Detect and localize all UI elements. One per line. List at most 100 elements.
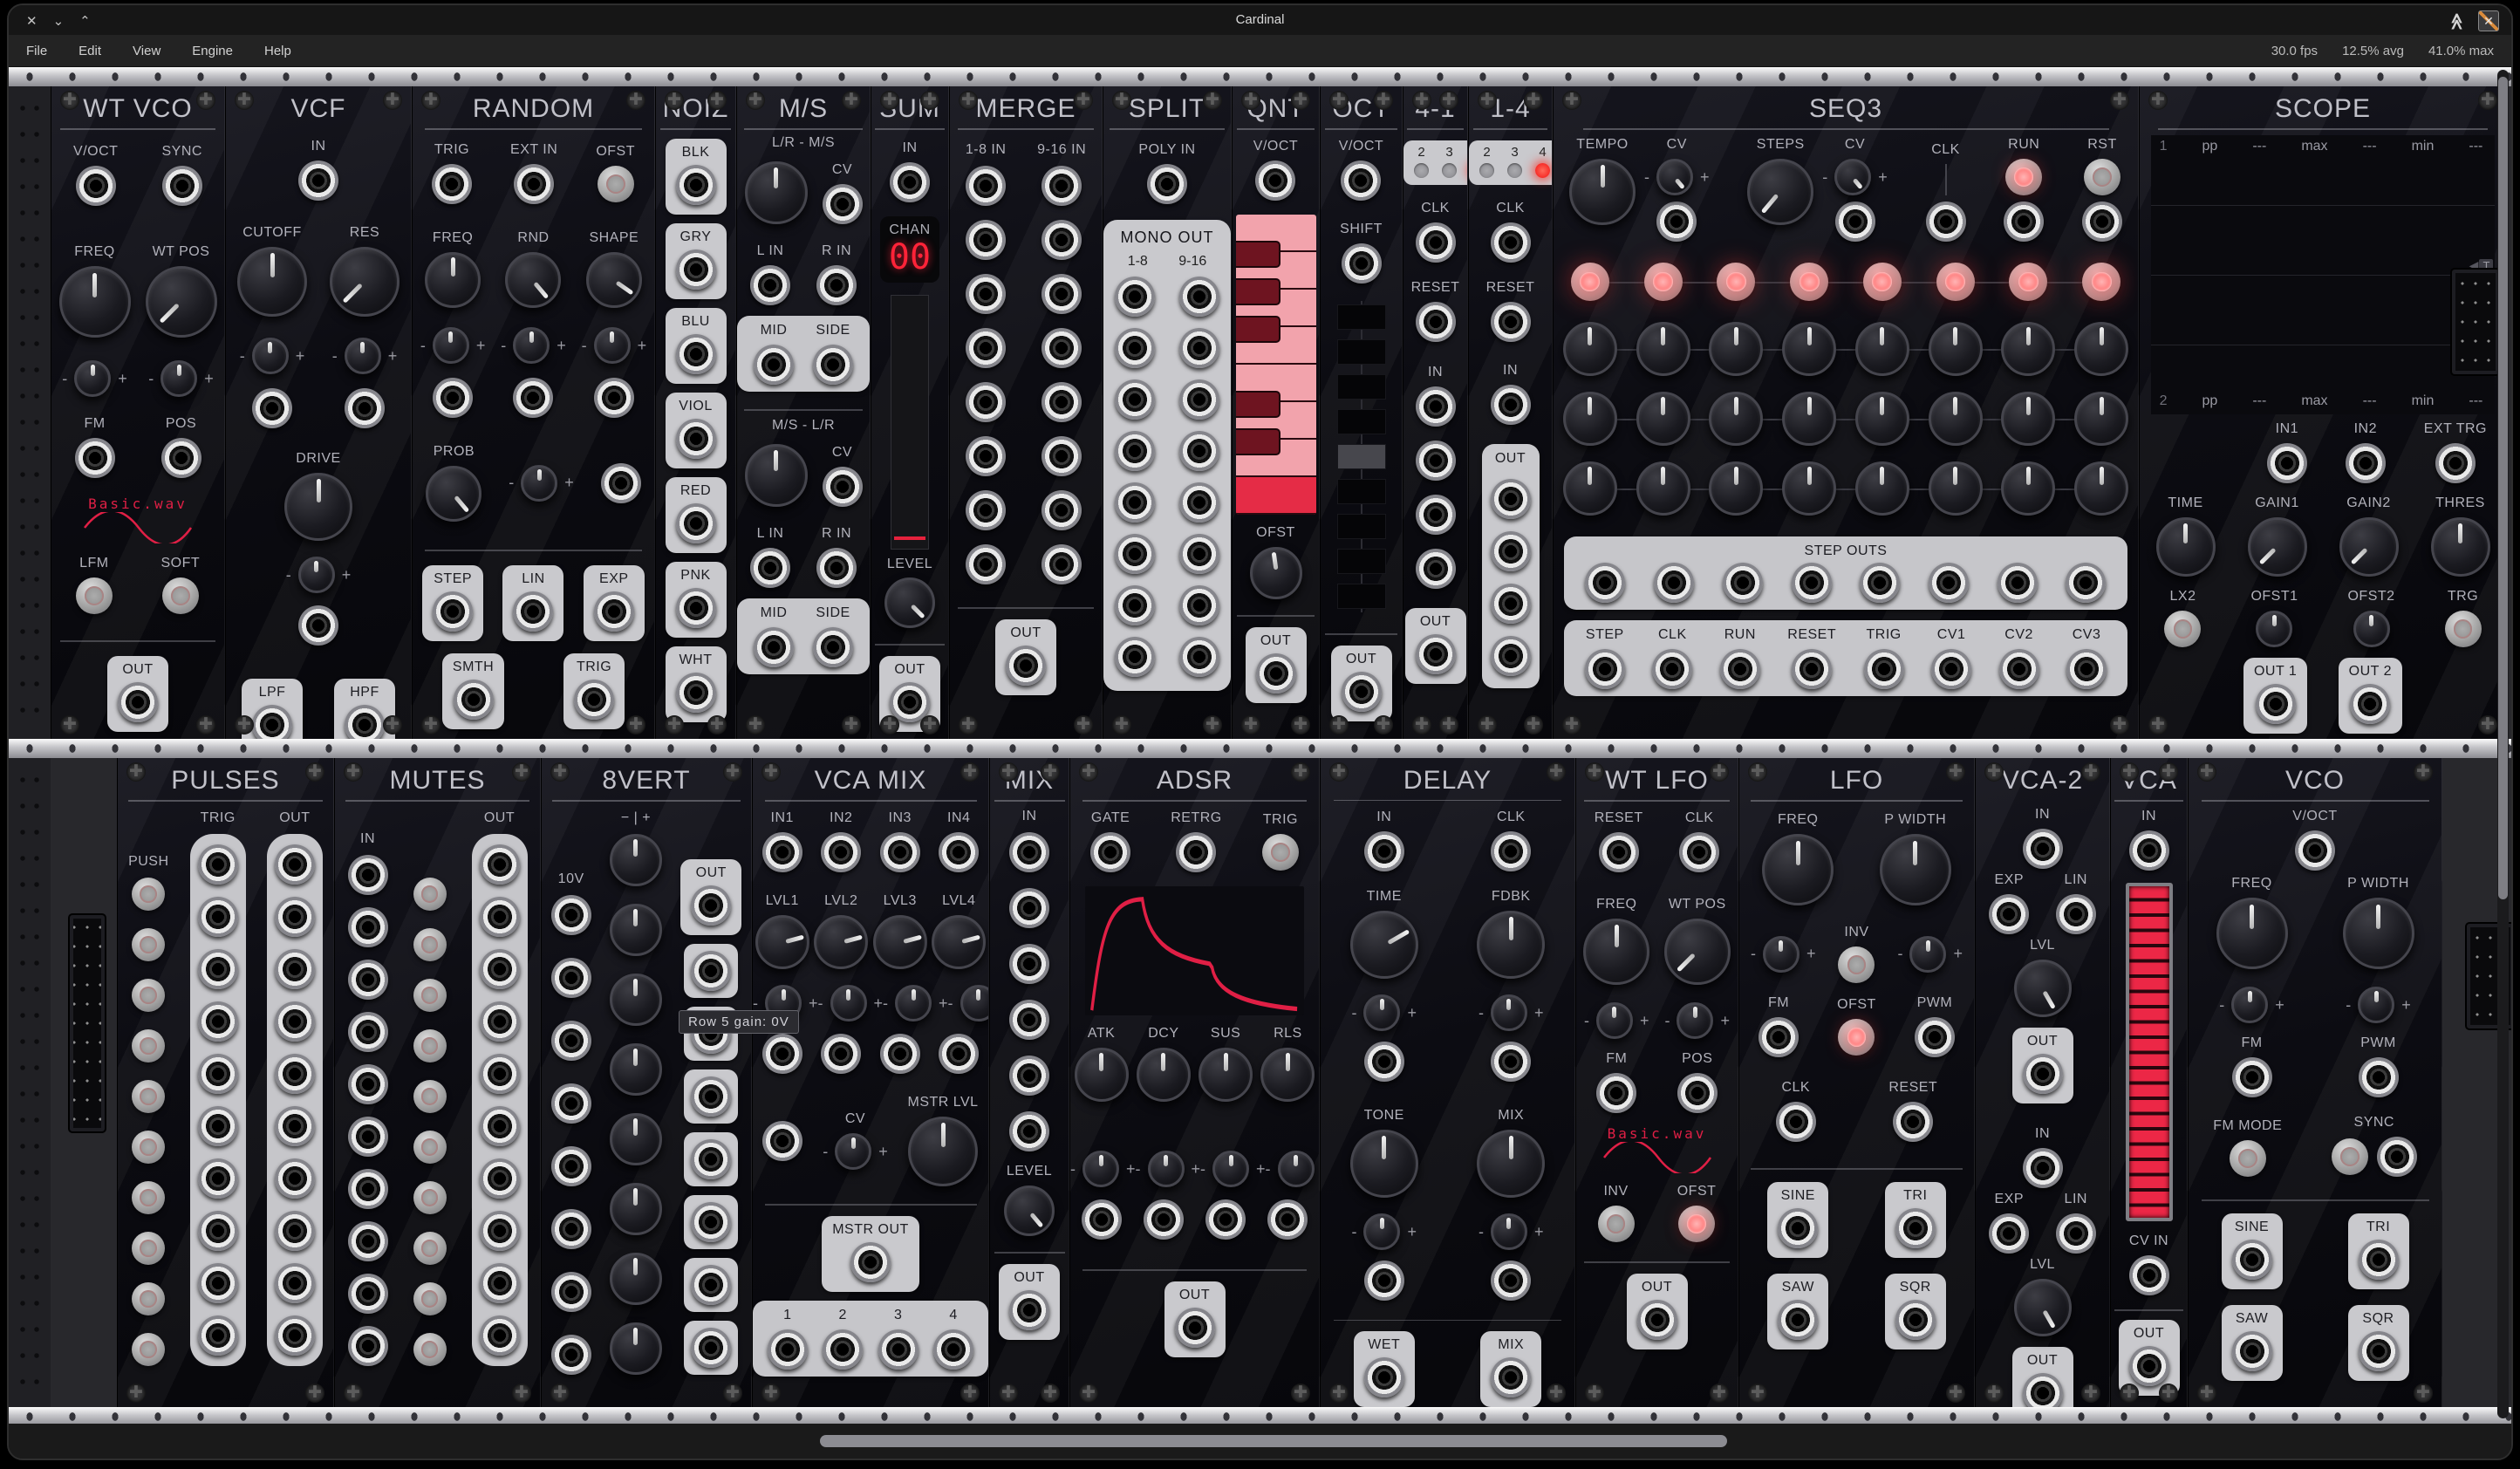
rst-port[interactable] (2082, 202, 2122, 242)
port[interactable] (1416, 441, 1456, 481)
wht-output[interactable]: WHT (666, 646, 727, 722)
saw-output[interactable]: SAW (1767, 1274, 1828, 1349)
no-signal-icon[interactable]: ✕ (2478, 10, 2499, 31)
knob[interactable] (1929, 322, 1983, 376)
port[interactable] (1082, 1199, 1122, 1240)
smth-output[interactable]: SMTH (442, 653, 504, 729)
inv-button[interactable] (1838, 946, 1875, 983)
out-port[interactable] (480, 1001, 520, 1042)
gain-knob[interactable] (610, 904, 662, 956)
pos-port[interactable] (161, 438, 201, 478)
port[interactable] (1267, 1199, 1308, 1240)
inv-button[interactable] (1598, 1206, 1635, 1242)
side-port[interactable] (813, 627, 853, 667)
out-port[interactable] (275, 844, 315, 885)
in-port[interactable] (890, 162, 930, 202)
fm-port[interactable] (75, 438, 115, 478)
freq-knob[interactable] (2216, 898, 2288, 969)
piano-key-black[interactable] (1236, 241, 1281, 268)
10v-port[interactable] (551, 1146, 591, 1186)
in-port[interactable] (2129, 830, 2169, 871)
mstr-lvl-knob[interactable] (908, 1117, 978, 1186)
exp-port[interactable] (1989, 894, 2029, 934)
trig-port[interactable] (198, 949, 238, 989)
in1-port[interactable] (2267, 443, 2307, 483)
step-port[interactable] (433, 591, 473, 632)
l-in-port[interactable] (750, 265, 790, 305)
r-in-port[interactable] (816, 548, 857, 588)
output-box[interactable] (684, 1195, 738, 1249)
out-port[interactable] (691, 1139, 731, 1179)
trig-port[interactable] (432, 164, 472, 204)
v-oct-port[interactable] (76, 166, 116, 206)
port[interactable] (1860, 563, 1900, 603)
mono-out-port[interactable] (1179, 534, 1219, 574)
step-button[interactable] (1717, 263, 1755, 301)
octave-step[interactable] (1337, 584, 1386, 609)
trig-port[interactable] (198, 1211, 238, 1251)
octave-step[interactable] (1337, 409, 1386, 434)
l-in-port[interactable] (750, 548, 790, 588)
port[interactable] (1491, 1042, 1531, 1082)
mute-button[interactable] (413, 1282, 447, 1315)
level-knob[interactable] (1004, 1185, 1055, 1236)
mono-out-port[interactable] (1179, 328, 1219, 368)
freq-knob[interactable] (1583, 919, 1649, 985)
mute-button[interactable] (413, 1333, 447, 1366)
clk-port[interactable] (1776, 1102, 1816, 1142)
clk-port[interactable] (1491, 831, 1531, 871)
octave-selector[interactable] (1337, 301, 1386, 612)
out-port[interactable] (1009, 1290, 1049, 1330)
blu-port[interactable] (676, 334, 716, 374)
v-oct-port[interactable] (2295, 830, 2335, 871)
quantizer-keyboard[interactable] (1236, 215, 1316, 515)
in1-port[interactable] (762, 832, 802, 872)
step-button[interactable] (1571, 263, 1609, 301)
in-port[interactable] (1416, 386, 1456, 427)
sqr-output[interactable]: SQR (1885, 1274, 1946, 1349)
knob[interactable] (745, 161, 808, 224)
sqr-port[interactable] (2359, 1331, 2399, 1371)
cv-in-port[interactable] (2129, 1255, 2169, 1295)
knob[interactable] (2001, 322, 2055, 376)
10v-port[interactable] (551, 895, 591, 935)
tri-port[interactable] (2359, 1240, 2399, 1280)
out-port[interactable] (480, 897, 520, 937)
gry-port[interactable] (676, 249, 716, 290)
mono-out-port[interactable] (1115, 585, 1155, 625)
reset-port[interactable] (1491, 302, 1531, 342)
mono-out-port[interactable] (1115, 482, 1155, 523)
lpf-port[interactable] (252, 705, 292, 739)
1-8-in-port[interactable] (966, 166, 1006, 206)
out-port[interactable] (275, 1263, 315, 1303)
mono-out-port[interactable] (1115, 277, 1155, 317)
tri-output[interactable]: TRI (1885, 1182, 1946, 1258)
trim-knob[interactable] (1834, 159, 1871, 195)
out-port[interactable] (1637, 1300, 1677, 1340)
trim-knob[interactable] (895, 985, 932, 1021)
trim-knob[interactable] (298, 557, 335, 593)
prob-knob[interactable] (426, 466, 481, 522)
out-port[interactable] (1175, 1308, 1215, 1348)
clk-port[interactable] (1926, 202, 1966, 242)
knob[interactable] (1855, 461, 1909, 516)
sync-button[interactable] (2332, 1138, 2368, 1175)
in-port[interactable] (1009, 1000, 1049, 1040)
tone-knob[interactable] (1350, 1130, 1418, 1198)
fdbk-knob[interactable] (1477, 911, 1545, 979)
1-port[interactable] (768, 1329, 808, 1370)
lin-port[interactable] (513, 591, 553, 632)
port[interactable] (252, 388, 292, 428)
in-port[interactable] (1009, 1111, 1049, 1151)
out-2-output[interactable]: OUT 2 (2339, 658, 2402, 734)
mute-button[interactable] (413, 928, 447, 961)
cv-knob[interactable] (835, 1133, 871, 1170)
mid-port[interactable] (754, 345, 794, 385)
clk-port[interactable] (1491, 222, 1531, 263)
poly-out-column[interactable]: OUT (1482, 444, 1540, 688)
mono-out-port[interactable] (1115, 637, 1155, 677)
reset-port[interactable] (1893, 1102, 1933, 1142)
out-port[interactable] (691, 951, 731, 991)
freq-knob[interactable] (59, 266, 131, 338)
knob[interactable] (1563, 392, 1617, 446)
